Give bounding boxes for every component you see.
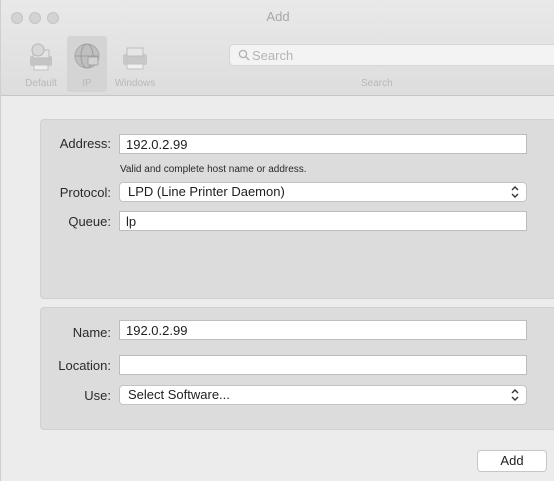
updown-chevron-icon xyxy=(510,185,520,204)
toolbar-windows-button[interactable]: Windows xyxy=(105,36,165,92)
location-field[interactable] xyxy=(119,355,527,375)
toolbar-ip-label: IP xyxy=(82,78,92,89)
search-input[interactable] xyxy=(252,46,542,64)
toolbar-ip-button[interactable]: IP xyxy=(67,36,107,92)
use-value: Select Software... xyxy=(128,387,230,402)
window-title: Add xyxy=(266,9,290,24)
toolbar-default-button[interactable]: Default xyxy=(15,36,67,92)
name-label: Name: xyxy=(72,325,111,340)
ip-globe-icon xyxy=(71,40,103,75)
title-bar: Add Default IP Windows Search Search xyxy=(1,0,554,96)
add-printer-window: Add Default IP Windows Search Search Add… xyxy=(0,0,554,481)
default-printer-icon xyxy=(24,40,58,77)
use-software-popup[interactable]: Select Software... xyxy=(119,385,527,405)
windows-printer-icon xyxy=(118,40,152,77)
location-label: Location: xyxy=(58,358,111,373)
search-label: Search xyxy=(361,78,393,89)
add-button[interactable]: Add xyxy=(477,450,547,472)
use-label: Use: xyxy=(84,388,111,403)
toolbar-default-label: Default xyxy=(25,78,57,89)
protocol-value: LPD (Line Printer Daemon) xyxy=(128,184,285,199)
queue-label: Queue: xyxy=(68,214,111,229)
search-icon xyxy=(238,49,250,64)
queue-field[interactable] xyxy=(119,211,527,231)
toolbar-windows-label: Windows xyxy=(114,78,156,89)
updown-chevron-icon xyxy=(510,388,520,407)
address-hint: Valid and complete host name or address. xyxy=(120,164,307,175)
protocol-label: Protocol: xyxy=(59,185,111,200)
address-label: Address: xyxy=(59,136,111,151)
protocol-popup[interactable]: LPD (Line Printer Daemon) xyxy=(119,182,527,202)
name-field[interactable] xyxy=(119,320,527,340)
address-field[interactable] xyxy=(119,134,527,154)
search-field[interactable] xyxy=(229,44,554,66)
